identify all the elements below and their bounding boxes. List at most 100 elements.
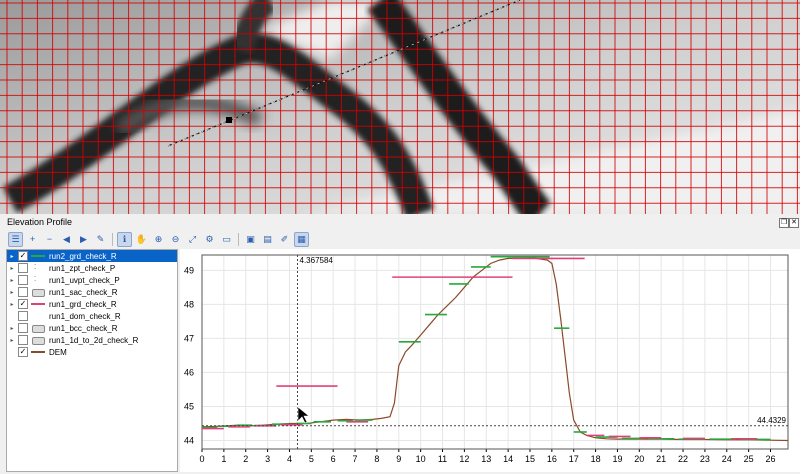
layer-name: run1_dom_check_R	[49, 311, 121, 321]
x-tick-label: 12	[459, 454, 469, 464]
line-symbol-icon	[31, 299, 45, 309]
x-tick-label: 20	[634, 454, 644, 464]
polygon-symbol-icon	[31, 335, 45, 345]
highlight-icon[interactable]: ✎	[93, 232, 108, 247]
x-tick-label: 22	[678, 454, 688, 464]
layer-visibility-checkbox[interactable]	[18, 275, 28, 285]
layer-item[interactable]: run1_dom_check_R	[7, 310, 177, 322]
layer-visibility-checkbox[interactable]	[18, 287, 28, 297]
move-up-icon[interactable]: ◀	[59, 232, 74, 247]
toolbar-separator	[112, 232, 113, 246]
properties-icon[interactable]: ▦	[294, 231, 309, 247]
x-tick-label: 15	[525, 454, 535, 464]
layer-visibility-checkbox[interactable]: ✓	[18, 251, 28, 261]
layer-item[interactable]: ✓ DEM	[7, 346, 177, 358]
x-tick-label: 14	[503, 454, 513, 464]
line-symbol-icon	[31, 251, 45, 261]
x-tick-label: 26	[765, 454, 775, 464]
x-tick-label: 18	[591, 454, 601, 464]
zoom-in-icon[interactable]: ⊕	[151, 232, 166, 247]
polygon-symbol-icon	[31, 323, 45, 333]
layer-item[interactable]: ▸ ✓ run1_grd_check_R	[7, 298, 177, 310]
expand-arrow-icon[interactable]: ▸	[7, 265, 17, 272]
layer-name: run1_uvpt_check_P	[49, 275, 120, 285]
profile-plot[interactable]: 44 45 46 47 48 49 0 1 2 3 4 5 6 7 8 9 10 11 12 13 14 15 16 17 18…	[180, 249, 800, 472]
layer-name: run1_grd_check_R	[49, 299, 117, 309]
zoom-out-icon[interactable]: ⊖	[168, 232, 183, 247]
y-tick-label: 46	[184, 367, 194, 377]
layer-tree[interactable]: ▸ ✓ run2_grd_check_R ▸ ⁚ run1_zpt_check_P ▸ ⁚ ru…	[6, 249, 178, 472]
close-icon[interactable]: ✕	[789, 218, 799, 228]
y-tick-label: 49	[184, 265, 194, 275]
layer-name: run1_bcc_check_R	[49, 323, 118, 333]
polygon-symbol-icon	[31, 287, 45, 297]
map-canvas[interactable]	[0, 0, 800, 214]
x-tick-label: 10	[416, 454, 426, 464]
x-tick-label: 0	[199, 454, 204, 464]
layer-item[interactable]: ▸ ⁚ run1_zpt_check_P	[7, 262, 177, 274]
settings-icon[interactable]: ⚙	[202, 232, 217, 247]
zoom-full-icon[interactable]: ⤢	[185, 232, 200, 247]
x-tick-label: 16	[547, 454, 557, 464]
layer-item[interactable]: ▸ ⁚ run1_uvpt_check_P	[7, 274, 177, 286]
layer-list-icon[interactable]: ☰	[8, 231, 23, 247]
x-tick-label: 13	[481, 454, 491, 464]
layer-visibility-checkbox[interactable]	[18, 311, 28, 321]
points-symbol-icon: ⁚	[34, 276, 37, 283]
x-tick-label: 2	[243, 454, 248, 464]
export-image-icon[interactable]: ▣	[243, 232, 258, 247]
layer-name: DEM	[49, 347, 67, 357]
identify-icon[interactable]: ℹ	[117, 231, 132, 247]
x-tick-label: 6	[331, 454, 336, 464]
table-icon[interactable]: ▭	[219, 232, 234, 247]
expand-arrow-icon[interactable]: ▸	[7, 337, 17, 344]
layer-visibility-checkbox[interactable]	[18, 323, 28, 333]
line-symbol-icon	[31, 347, 45, 357]
remove-layer-icon[interactable]: −	[42, 232, 57, 247]
pan-icon[interactable]: ✋	[134, 232, 149, 247]
layer-name: run1_sac_check_R	[49, 287, 118, 297]
x-tick-label: 19	[612, 454, 622, 464]
expand-arrow-icon[interactable]: ▸	[7, 325, 17, 332]
add-layer-icon[interactable]: +	[25, 232, 40, 247]
expand-arrow-icon[interactable]: ▸	[7, 277, 17, 284]
expand-arrow-icon[interactable]: ▸	[7, 289, 17, 296]
x-tick-label: 24	[722, 454, 732, 464]
layer-visibility-checkbox[interactable]: ✓	[18, 347, 28, 357]
x-tick-label: 4	[287, 454, 292, 464]
plot-background	[180, 249, 800, 472]
x-tick-label: 21	[656, 454, 666, 464]
panel-title: Elevation Profile	[7, 217, 73, 227]
layer-visibility-checkbox[interactable]: ✓	[18, 299, 28, 309]
expand-arrow-icon[interactable]: ▸	[7, 253, 17, 260]
y-tick-label: 48	[184, 299, 194, 309]
x-tick-label: 23	[700, 454, 710, 464]
crosshair-x-label: 4.367584	[300, 256, 334, 265]
layer-visibility-checkbox[interactable]	[18, 335, 28, 345]
move-down-icon[interactable]: ▶	[76, 232, 91, 247]
profile-marker[interactable]	[226, 117, 232, 123]
x-tick-label: 25	[744, 454, 754, 464]
layer-item[interactable]: ▸ ✓ run2_grd_check_R	[7, 250, 177, 262]
expand-arrow-icon[interactable]: ▸	[7, 301, 17, 308]
y-tick-label: 47	[184, 333, 194, 343]
x-tick-label: 3	[265, 454, 270, 464]
x-tick-label: 5	[309, 454, 314, 464]
layer-item[interactable]: ▸ run1_bcc_check_R	[7, 322, 177, 334]
x-tick-label: 11	[438, 454, 447, 464]
layer-visibility-checkbox[interactable]	[18, 263, 28, 273]
crosshair-y-label: 44.4329	[757, 416, 786, 425]
measure-icon[interactable]: ✐	[277, 232, 292, 247]
layer-item[interactable]: ▸ run1_sac_check_R	[7, 286, 177, 298]
none-symbol-icon	[31, 311, 45, 321]
x-tick-label: 1	[221, 454, 226, 464]
layer-name: run2_grd_check_R	[49, 251, 117, 261]
layer-item[interactable]: ▸ run1_1d_to_2d_check_R	[7, 334, 177, 346]
float-icon[interactable]: ❐	[779, 218, 789, 228]
export-data-icon[interactable]: ▤	[260, 232, 275, 247]
y-tick-label: 45	[184, 401, 194, 411]
profile-toolbar: ☰ + − ◀ ▶ ✎ ℹ ✋ ⊕ ⊖ ⤢ ⚙ ▭ ▣ ▤ ✐ ▦	[8, 231, 309, 247]
x-tick-label: 7	[353, 454, 358, 464]
map-raster[interactable]	[0, 0, 800, 214]
y-tick-label: 44	[184, 435, 194, 445]
